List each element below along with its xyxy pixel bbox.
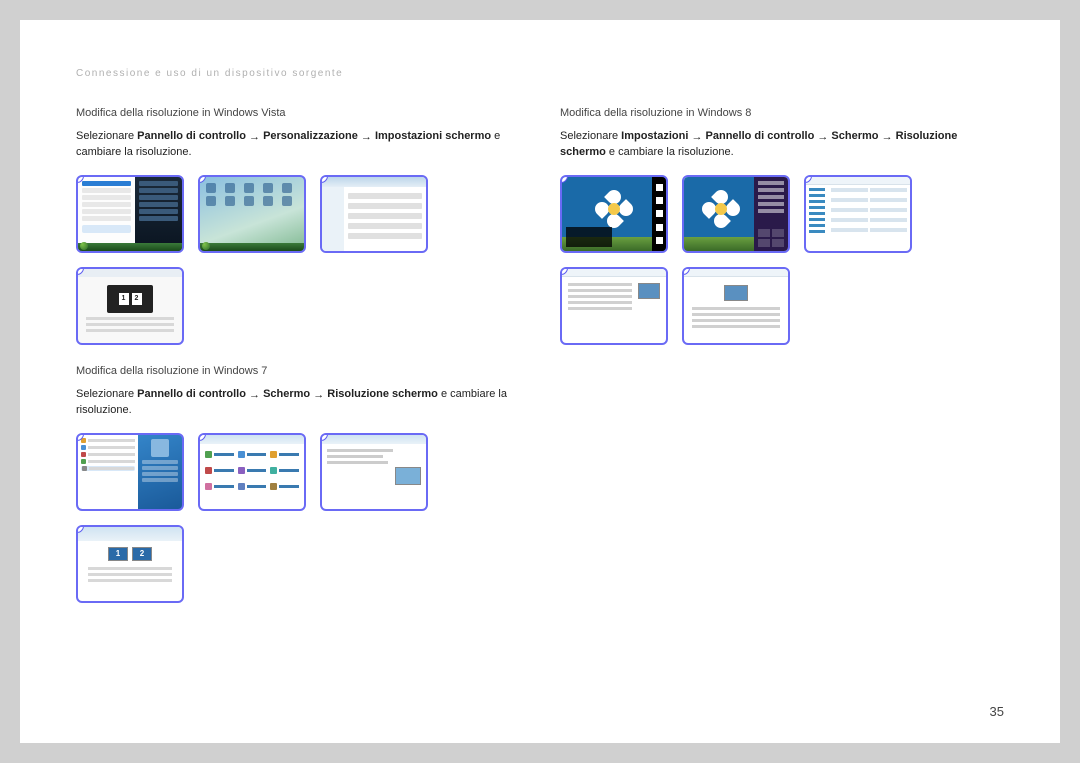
arrow-icon: →	[361, 130, 372, 146]
vista-thumbs: 1 2 3 4 12	[76, 175, 520, 345]
win8-step-1: 1	[560, 175, 668, 253]
win7-instruction: Selezionare Pannello di controllo → Sche…	[76, 387, 520, 419]
win7-step-2: 2	[198, 433, 306, 511]
win7-title: Modifica della risoluzione in Windows 7	[76, 365, 520, 377]
arrow-icon: →	[249, 388, 260, 404]
vista-step-1: 1	[76, 175, 184, 253]
arrow-icon: →	[817, 130, 828, 146]
vista-step-4: 4 12	[76, 267, 184, 345]
win8-step-5: 5	[682, 267, 790, 345]
vista-title: Modifica della risoluzione in Windows Vi…	[76, 107, 520, 119]
win8-step-2: 2	[682, 175, 790, 253]
vista-step-2: 2	[198, 175, 306, 253]
win8-step-3: 3	[804, 175, 912, 253]
arrow-icon: →	[882, 130, 893, 146]
content-columns: Modifica della risoluzione in Windows Vi…	[76, 107, 1004, 623]
win8-title: Modifica della risoluzione in Windows 8	[560, 107, 1004, 119]
win8-thumbs: 1 2	[560, 175, 1004, 345]
vista-step-3: 3	[320, 175, 428, 253]
arrow-icon: →	[249, 130, 260, 146]
page-number: 35	[990, 704, 1004, 719]
right-column: Modifica della risoluzione in Windows 8 …	[560, 107, 1004, 623]
vista-instruction: Selezionare Pannello di controllo → Pers…	[76, 129, 520, 161]
step-number: 1	[560, 175, 568, 183]
win7-step-1: 1	[76, 433, 184, 511]
win8-step-4: 4	[560, 267, 668, 345]
win7-step-4: 4 12	[76, 525, 184, 603]
left-column: Modifica della risoluzione in Windows Vi…	[76, 107, 520, 623]
win8-instruction: Selezionare Impostazioni → Pannello di c…	[560, 129, 1004, 161]
breadcrumb: Connessione e uso di un dispositivo sorg…	[76, 68, 1004, 79]
arrow-icon: →	[691, 130, 702, 146]
manual-page: Connessione e uso di un dispositivo sorg…	[20, 20, 1060, 743]
arrow-icon: →	[313, 388, 324, 404]
win7-thumbs: 1 2	[76, 433, 520, 603]
win7-step-3: 3	[320, 433, 428, 511]
